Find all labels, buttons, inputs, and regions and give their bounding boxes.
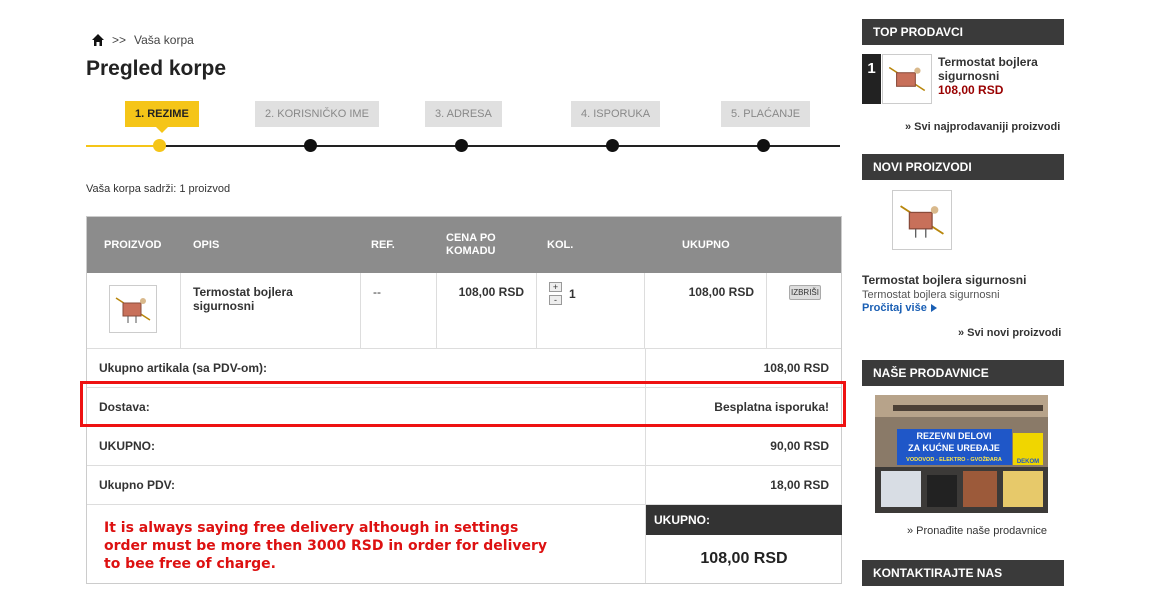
step-shipping[interactable]: 4. ISPORUKA — [571, 101, 661, 127]
top-seller-price: 108,00 RSD — [938, 83, 1004, 97]
row-divider — [645, 349, 646, 388]
read-more-label: Pročitaj više — [862, 302, 927, 314]
step-dot-2 — [304, 139, 317, 152]
step-dot-4 — [606, 139, 619, 152]
step-dot-1 — [153, 139, 166, 152]
table-header: PROIZVOD OPIS REF. CENA PO KOMADU KOL. U… — [87, 217, 841, 273]
delete-button[interactable]: IZBRIŠI — [789, 285, 821, 300]
store-sign-line-2: ZA KUĆNE UREĐAJE — [908, 442, 1000, 453]
thermostat-image-icon — [888, 66, 926, 92]
cell-image — [87, 273, 181, 349]
grand-total-label: UKUPNO: — [646, 505, 842, 535]
product-name[interactable]: Termostat bojlera sigurnosni — [193, 285, 333, 313]
col-description: OPIS — [193, 238, 220, 251]
grand-total-value: 108,00 RSD — [700, 550, 788, 567]
top-sellers-heading: TOP PRODAVCI — [862, 19, 1064, 45]
col-total: UKUPNO — [682, 238, 730, 251]
step-summary[interactable]: 1. REZIME — [125, 101, 199, 133]
page-title: Pregled korpe — [86, 57, 227, 80]
breadcrumb-current: Vaša korpa — [134, 33, 194, 47]
col-qty: KOL. — [547, 238, 574, 251]
qty-decrease-button[interactable]: - — [549, 295, 562, 305]
new-product-name[interactable]: Termostat bojlera sigurnosni — [862, 273, 1026, 287]
breadcrumb-separator: >> — [112, 33, 127, 47]
summary-items-row: Ukupno artikala (sa PDV-om): 108,00 RSD — [87, 349, 841, 388]
row-divider — [645, 466, 646, 505]
step-username[interactable]: 2. KORISNIČKO IME — [255, 101, 379, 127]
row-divider — [645, 427, 646, 466]
cell-description: Termostat bojlera sigurnosni — [181, 273, 361, 349]
items-total-label: Ukupno artikala (sa PDV-om): — [99, 361, 268, 375]
total-value: 90,00 RSD — [770, 439, 829, 453]
qty-increase-button[interactable]: + — [549, 282, 562, 292]
store-photo[interactable]: REZEVNI DELOVI ZA KUĆNE UREĐAJE VODOVOD … — [875, 395, 1048, 513]
product-qty: 1 — [569, 287, 576, 301]
total-label: UKUPNO: — [99, 439, 155, 453]
new-products-heading: NOVI PROIZVODI — [862, 154, 1064, 180]
vat-value: 18,00 RSD — [770, 478, 829, 492]
step-payment[interactable]: 5. PLAĆANJE — [721, 101, 811, 127]
thermostat-image-icon — [900, 205, 944, 238]
annotation-note: It is always saying free delivery althou… — [104, 520, 548, 572]
store-sign-line-1: REZEVNI DELOVI — [916, 431, 991, 441]
quantity-stepper: + - — [549, 282, 562, 305]
top-seller-name[interactable]: Termostat bojlera sigurnosni — [938, 55, 1063, 83]
delivery-value: Besplatna isporuka! — [714, 400, 829, 414]
product-ref: -- — [373, 285, 381, 299]
col-product: PROIZVOD — [104, 238, 162, 251]
product-thumbnail[interactable] — [109, 285, 157, 333]
store-sign-line-3: VODOVOD - ELEKTRO - GVOŽĐARA — [906, 455, 1002, 463]
vat-label: Ukupno PDV: — [99, 478, 176, 492]
all-best-sellers-link[interactable]: » Svi najprodavaniji proizvodi — [905, 121, 1060, 133]
delivery-label: Dostava: — [99, 400, 150, 414]
product-unit-price: 108,00 RSD — [458, 285, 524, 299]
step-dot-3 — [455, 139, 468, 152]
step-dot-5 — [757, 139, 770, 152]
cell-ref: -- — [361, 273, 437, 349]
arrow-right-icon — [930, 304, 937, 312]
row-divider — [645, 388, 646, 427]
home-icon[interactable] — [92, 34, 104, 46]
step-address[interactable]: 3. ADRESA — [425, 101, 502, 127]
new-product-description: Termostat bojlera sigurnosni — [862, 289, 1000, 301]
read-more-link[interactable]: Pročitaj više — [862, 302, 937, 314]
thermostat-image-icon — [115, 297, 151, 323]
steps-progress-done — [86, 145, 160, 147]
cell-total: 108,00 RSD — [645, 273, 767, 349]
col-unit-price: CENA PO KOMADU — [446, 232, 496, 257]
product-total: 108,00 RSD — [688, 285, 754, 299]
col-ref: REF. — [371, 238, 395, 251]
summary-total-row: UKUPNO: 90,00 RSD — [87, 427, 841, 466]
summary-vat-row: Ukupno PDV: 18,00 RSD — [87, 466, 841, 505]
breadcrumb: >> Vaša korpa — [92, 33, 194, 47]
items-total-value: 108,00 RSD — [763, 361, 829, 375]
cell-unit-price: 108,00 RSD — [437, 273, 537, 349]
store-logo-text: DEKOM — [1017, 459, 1039, 465]
our-stores-heading: NAŠE PRODAVNICE — [862, 360, 1064, 386]
find-stores-link[interactable]: » Pronađite naše prodavnice — [907, 525, 1047, 537]
summary-delivery-row: Dostava: Besplatna isporuka! — [87, 388, 841, 427]
contact-heading[interactable]: KONTAKTIRAJTE NAS — [862, 560, 1064, 586]
table-row: Termostat bojlera sigurnosni -- 108,00 R… — [87, 273, 841, 349]
store-photo-image: REZEVNI DELOVI ZA KUĆNE UREĐAJE VODOVOD … — [875, 395, 1048, 513]
top-seller-thumbnail[interactable] — [882, 54, 932, 104]
all-new-products-link[interactable]: » Svi novi proizvodi — [958, 327, 1061, 339]
rank-badge: 1 — [862, 54, 881, 104]
new-product-thumbnail[interactable] — [892, 190, 952, 250]
cart-summary: Vaša korpa sadrži: 1 proizvod — [86, 183, 231, 195]
